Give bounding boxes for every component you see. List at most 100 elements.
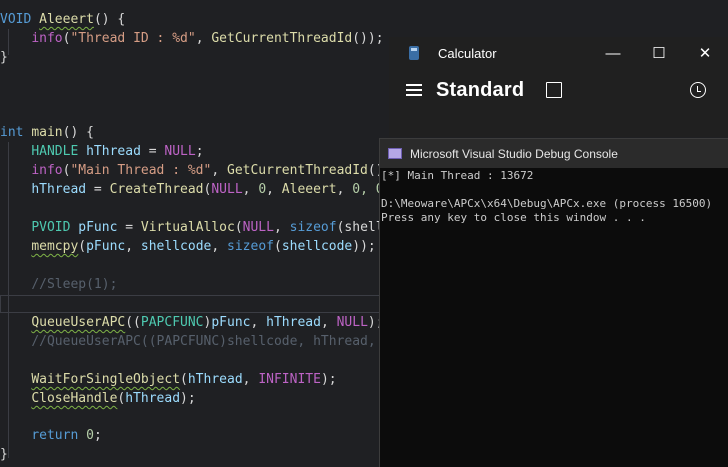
- code-token: Aleeert: [39, 12, 94, 27]
- maximize-button[interactable]: ☐: [636, 37, 682, 69]
- code-token: =: [86, 182, 110, 197]
- close-button[interactable]: ✕: [682, 37, 728, 69]
- code-token: CloseHandle: [31, 391, 118, 406]
- debug-console-window[interactable]: Microsoft Visual Studio Debug Console [*…: [379, 138, 728, 467]
- code-token: INFINITE: [258, 372, 321, 387]
- code-token: memcpy: [31, 239, 79, 254]
- code-token: VOID: [0, 12, 40, 27]
- code-token: ,: [242, 182, 259, 197]
- code-token: NULL: [211, 182, 243, 197]
- current-line-highlight: [0, 295, 380, 313]
- calculator-titlebar[interactable]: Calculator — ☐ ✕: [389, 37, 728, 69]
- code-token: pFunc: [86, 239, 126, 254]
- code-token: ,: [250, 315, 267, 330]
- code-token: shellcode: [140, 239, 212, 254]
- code-token: sizeof: [227, 239, 274, 254]
- code-token: (: [273, 239, 282, 254]
- code-line[interactable]: }: [0, 48, 8, 67]
- minimize-button[interactable]: —: [590, 37, 636, 69]
- code-token: (: [78, 239, 87, 254]
- code-token: HANDLE: [31, 144, 87, 159]
- code-token: ,: [211, 239, 228, 254]
- code-token: hThread: [125, 391, 181, 406]
- code-token: ,: [242, 372, 259, 387]
- debug-console-titlebar[interactable]: Microsoft Visual Studio Debug Console: [380, 139, 728, 168]
- code-token: ,: [195, 31, 212, 46]
- code-token: ());: [352, 31, 384, 46]
- code-token: QueueUserAPC: [31, 315, 126, 330]
- code-token: return: [31, 428, 87, 443]
- code-token: NULL: [242, 220, 274, 235]
- code-token: PVOID: [31, 220, 79, 235]
- history-icon[interactable]: [690, 82, 706, 98]
- code-token: 0: [258, 182, 267, 197]
- code-token: int: [0, 125, 32, 140]
- code-token: ;: [93, 428, 102, 443]
- code-token: "Main Thread : %d": [70, 163, 212, 178]
- code-line[interactable]: QueueUserAPC((PAPCFUNC)pFunc, hThread, N…: [0, 313, 383, 332]
- code-line[interactable]: CloseHandle(hThread);: [0, 389, 196, 408]
- code-line[interactable]: info("Main Thread : %d", GetCurrentThrea…: [0, 161, 391, 180]
- code-line[interactable]: info("Thread ID : %d", GetCurrentThreadI…: [0, 29, 384, 48]
- console-output-line: Press any key to close this window . . .: [381, 211, 646, 224]
- code-token: "Thread ID : %d": [70, 31, 196, 46]
- code-token: () {: [93, 12, 126, 27]
- code-line[interactable]: hThread = CreateThread(NULL, 0, Aleeert,…: [0, 180, 383, 199]
- code-token: WaitForSingleObject: [31, 372, 181, 387]
- code-token: );: [180, 391, 196, 406]
- code-token: VirtualAlloc: [140, 220, 235, 235]
- code-token: NULL: [336, 315, 368, 330]
- code-line[interactable]: WaitForSingleObject(hThread, INFINITE);: [0, 370, 337, 389]
- console-app-icon: [388, 148, 402, 159]
- calculator-window[interactable]: Calculator — ☐ ✕ Standard: [389, 37, 728, 137]
- code-token: ));: [352, 239, 376, 254]
- code-token: }: [0, 447, 8, 462]
- code-token: ,: [273, 220, 290, 235]
- calculator-mode-bar: Standard: [389, 69, 728, 111]
- code-token: hThread: [86, 144, 141, 159]
- code-token: //Sleep(1);: [31, 277, 118, 292]
- code-token: (: [234, 220, 243, 235]
- code-token: GetCurrentThreadId: [227, 163, 368, 178]
- keep-on-top-icon[interactable]: [546, 82, 563, 98]
- code-line[interactable]: HANDLE hThread = NULL;: [0, 142, 204, 161]
- code-line[interactable]: int main() {: [0, 123, 94, 142]
- code-token: ((: [125, 315, 141, 330]
- code-token: );: [320, 372, 337, 387]
- code-token: ;: [195, 144, 204, 159]
- code-token: info: [31, 163, 63, 178]
- code-token: hThread: [31, 182, 87, 197]
- code-line[interactable]: //Sleep(1);: [0, 275, 117, 294]
- code-token: pFunc: [211, 315, 251, 330]
- console-output-line: [*] Main Thread : 13672: [381, 169, 534, 182]
- calculator-app-icon: [409, 46, 419, 60]
- code-line[interactable]: }: [0, 445, 8, 464]
- code-line[interactable]: return 0;: [0, 426, 102, 445]
- debug-console-title: Microsoft Visual Studio Debug Console: [410, 146, 618, 161]
- code-token: 0: [352, 182, 361, 197]
- code-token: NULL: [164, 144, 196, 159]
- code-token: //QueueUserAPC((PAPCFUNC)shellcode, hThr…: [31, 334, 376, 349]
- code-token: (: [180, 372, 188, 387]
- hamburger-menu-icon[interactable]: [406, 81, 422, 99]
- calculator-mode-title: Standard: [436, 78, 525, 101]
- console-output[interactable]: [*] Main Thread : 13672 D:\Meoware\APCx\…: [380, 168, 728, 225]
- code-token: ,: [336, 182, 353, 197]
- code-token: ,: [125, 239, 141, 254]
- code-token: ,: [211, 163, 227, 178]
- code-line[interactable]: PVOID pFunc = VirtualAlloc(NULL, sizeof(…: [0, 218, 383, 237]
- code-token: () {: [62, 125, 94, 140]
- code-token: }: [0, 50, 8, 65]
- code-line[interactable]: memcpy(pFunc, shellcode, sizeof(shellcod…: [0, 237, 376, 256]
- code-line[interactable]: //QueueUserAPC((PAPCFUNC)shellcode, hThr…: [0, 332, 376, 351]
- code-line[interactable]: VOID Aleeert() {: [0, 10, 125, 29]
